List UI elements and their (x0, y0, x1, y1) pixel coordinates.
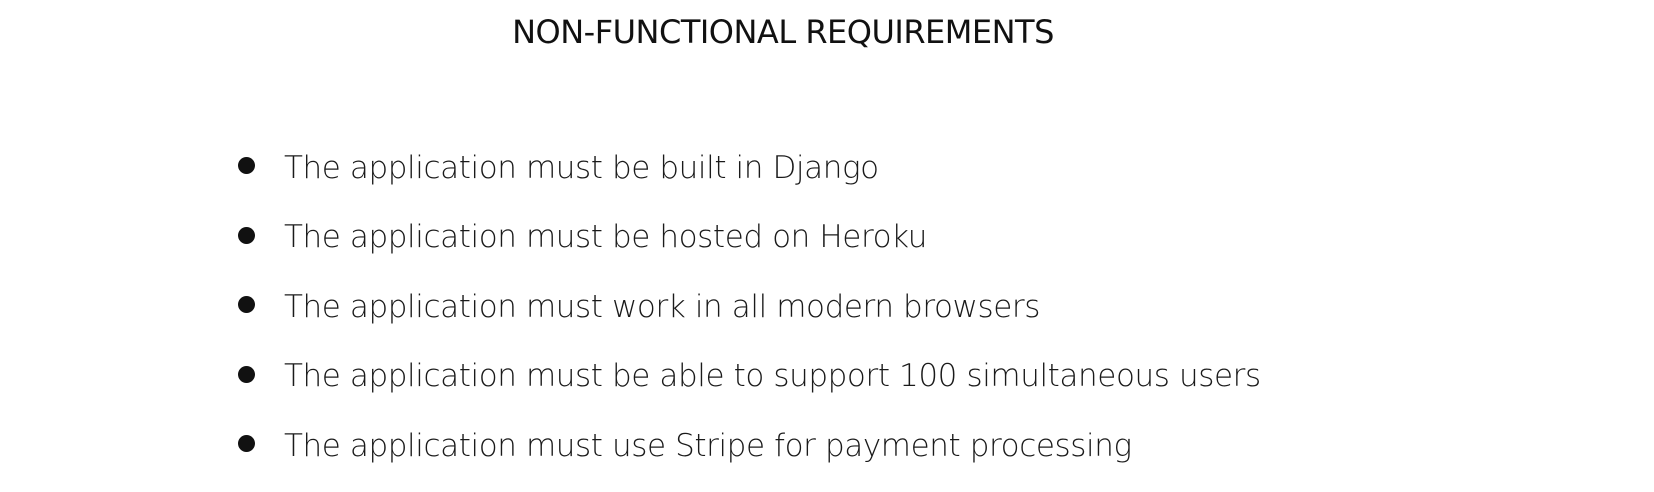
requirement-text: The application must use Stripe for paym… (284, 427, 1132, 464)
page-title: NON-FUNCTIONAL REQUIREMENTS (512, 13, 1054, 51)
requirement-text: The application must work in all modern … (284, 288, 1041, 325)
bullet-icon (238, 226, 255, 244)
list-item: The application must be able to support … (238, 342, 1261, 412)
list-item: The application must use Stripe for paym… (238, 411, 1261, 481)
list-item: The application must work in all modern … (238, 272, 1261, 342)
bullet-icon (238, 296, 255, 314)
list-item: The application must be built in Django (238, 133, 1261, 203)
requirement-text: The application must be built in Django (284, 149, 879, 186)
list-item: The application must be hosted on Heroku (238, 203, 1261, 273)
requirement-text: The application must be hosted on Heroku (284, 219, 928, 256)
bullet-icon (238, 365, 255, 383)
requirement-text: The application must be able to support … (284, 358, 1261, 395)
document-page: NON-FUNCTIONAL REQUIREMENTS The applicat… (0, 0, 1654, 492)
bullet-icon (238, 435, 255, 453)
bullet-icon (238, 157, 255, 175)
requirements-list: The application must be built in Django … (238, 133, 1261, 481)
